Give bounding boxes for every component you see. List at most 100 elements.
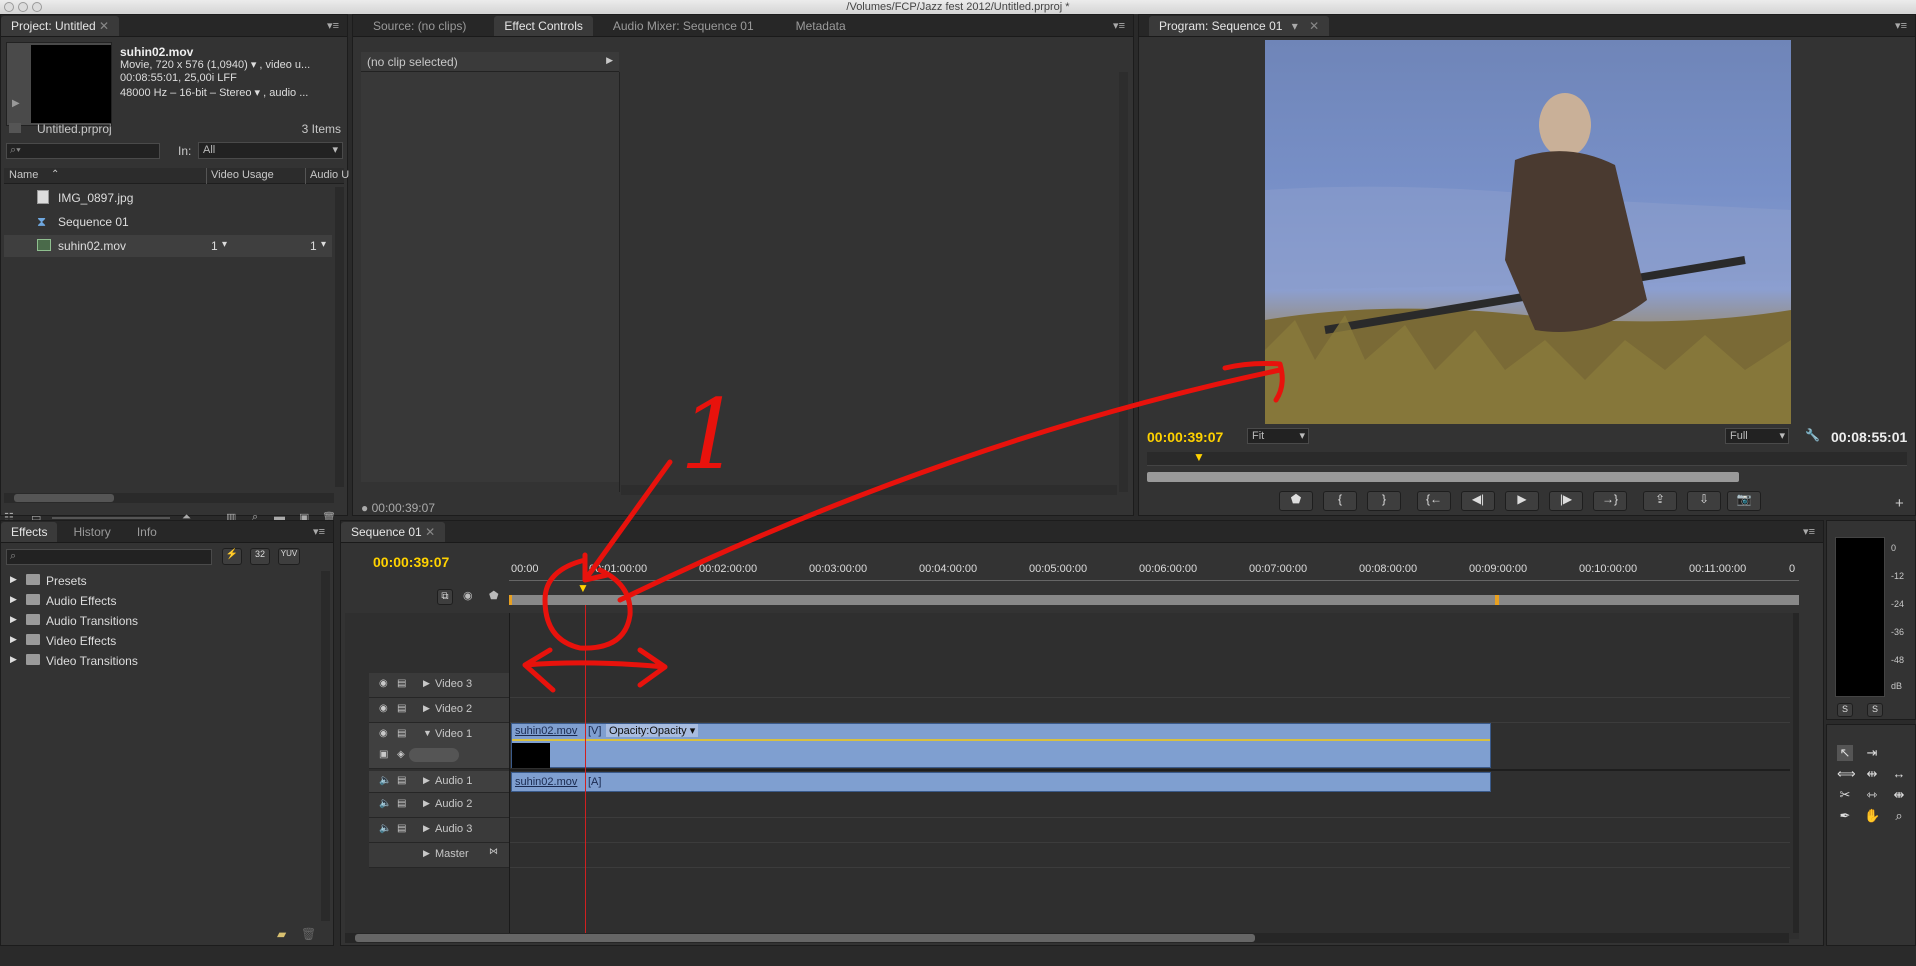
time-ruler[interactable]: 00:00 00:01:00:00 00:02:00:00 00:03:00:0… xyxy=(509,563,1799,581)
program-timecode[interactable]: 00:00:39:07 xyxy=(1147,429,1223,445)
minimize-window-button[interactable] xyxy=(18,2,28,12)
tab-audio-mixer[interactable]: Audio Mixer: Sequence 01 xyxy=(603,16,764,36)
project-search-input[interactable]: ⌕▾ xyxy=(6,143,160,159)
trash-icon[interactable]: 🗑 xyxy=(301,927,316,941)
solo-left-button[interactable]: S xyxy=(1837,703,1853,717)
opacity-rubberband[interactable] xyxy=(512,739,1490,741)
tab-effects[interactable]: Effects xyxy=(1,522,58,542)
export-frame-button[interactable]: 📷 xyxy=(1727,491,1761,511)
close-window-button[interactable] xyxy=(4,2,14,12)
list-item[interactable]: ⧗ Sequence 01 xyxy=(4,211,332,233)
keyframe-icon[interactable]: ◈ xyxy=(397,749,405,760)
panel-menu-icon[interactable]: ▾≡ xyxy=(1113,19,1125,32)
track-header-video2[interactable]: ◉ ▤ ▶ Video 2 xyxy=(369,698,509,723)
speaker-icon[interactable]: 🔈 xyxy=(379,823,391,834)
column-name[interactable]: Name xyxy=(9,169,38,181)
play-button[interactable]: ▶ xyxy=(1505,491,1539,511)
panel-menu-icon[interactable]: ▾≡ xyxy=(313,525,325,538)
tab-source[interactable]: Source: (no clips) xyxy=(363,16,476,36)
quality-select[interactable]: Full ▾ xyxy=(1725,428,1789,444)
list-item[interactable]: IMG_0897.jpg xyxy=(4,187,332,209)
work-area-bar[interactable] xyxy=(509,595,1799,605)
play-icon[interactable]: ▶ xyxy=(12,98,20,109)
filmstrip-icon[interactable]: ▤ xyxy=(397,678,406,689)
razor-tool-icon[interactable]: ✂ xyxy=(1837,787,1853,803)
chevron-down-icon[interactable]: ▾ xyxy=(222,239,227,250)
go-to-out-button[interactable]: →} xyxy=(1593,491,1627,511)
tab-metadata[interactable]: Metadata xyxy=(786,16,856,36)
close-icon[interactable]: ✕ xyxy=(99,19,109,33)
filmstrip-icon[interactable]: ▤ xyxy=(397,823,406,834)
speaker-icon[interactable]: 🔈 xyxy=(379,798,391,809)
add-marker-button[interactable]: ⬟ xyxy=(1279,491,1313,511)
scroll-thumb[interactable] xyxy=(355,934,1255,942)
chevron-down-icon[interactable]: ▾ xyxy=(1292,19,1298,33)
panel-menu-icon[interactable]: ▾≡ xyxy=(1895,19,1907,32)
chevron-right-icon[interactable]: ▶ xyxy=(10,594,17,605)
step-back-button[interactable]: ◀| xyxy=(1461,491,1495,511)
tree-item-video-effects[interactable]: ▶ Video Effects xyxy=(6,631,322,651)
track-header-video1[interactable]: ◉ ▤ ▼ Video 1 ▣ ◈ xyxy=(369,723,509,769)
eye-icon[interactable]: ◉ xyxy=(379,728,388,739)
accelerated-effects-button[interactable]: ⚡ xyxy=(222,548,242,565)
tab-program[interactable]: Program: Sequence 01 ▾ ✕ xyxy=(1149,16,1330,36)
tree-item-audio-effects[interactable]: ▶ Audio Effects xyxy=(6,591,322,611)
chevron-right-icon[interactable]: ▶ xyxy=(423,678,430,689)
speaker-icon[interactable]: 🔈 xyxy=(379,775,391,786)
tab-effect-controls[interactable]: Effect Controls xyxy=(494,16,593,36)
playhead-line[interactable] xyxy=(585,605,586,939)
ripple-edit-tool-icon[interactable]: ⟺ xyxy=(1837,766,1856,782)
chevron-right-icon[interactable]: ▶ xyxy=(10,614,17,625)
audio-clip[interactable]: suhin02.mov [A] xyxy=(511,772,1491,792)
chevron-right-icon[interactable]: ▶ xyxy=(423,823,430,834)
hand-tool-icon[interactable]: ✋ xyxy=(1864,808,1880,824)
video-clip[interactable]: suhin02.mov [V] Opacity:Opacity ▾ xyxy=(511,723,1491,768)
chevron-right-icon[interactable]: ▶ xyxy=(423,798,430,809)
rolling-edit-tool-icon[interactable]: ⇹ xyxy=(1864,766,1880,782)
chevron-right-icon[interactable]: ▶ xyxy=(423,775,430,786)
snap-button[interactable]: ⧉ xyxy=(437,589,453,605)
tab-sequence[interactable]: Sequence 01 ✕ xyxy=(341,522,446,542)
display-style-icon[interactable]: ▣ xyxy=(379,749,388,760)
track-header-audio3[interactable]: 🔈 ▤ ▶ Audio 3 xyxy=(369,818,509,843)
program-mini-ruler[interactable]: ▼ xyxy=(1147,450,1907,466)
set-marker-icon[interactable]: ◉ xyxy=(463,589,473,602)
effects-vscrollbar[interactable] xyxy=(321,571,330,921)
work-area-end[interactable] xyxy=(1495,595,1499,605)
chevron-down-icon[interactable]: ▼ xyxy=(423,728,432,738)
fit-select[interactable]: Fit ▾ xyxy=(1247,428,1309,444)
keyframe-nav-pill[interactable] xyxy=(409,748,459,762)
track-header-audio2[interactable]: 🔈 ▤ ▶ Audio 2 xyxy=(369,793,509,818)
effect-vscrollbar[interactable] xyxy=(1119,72,1128,492)
yuv-effects-button[interactable]: YUV xyxy=(278,548,300,565)
track-select-tool-icon[interactable]: ⇥ xyxy=(1864,745,1880,761)
32bit-effects-button[interactable]: 32 xyxy=(250,548,270,565)
mark-in-button[interactable]: { xyxy=(1323,491,1357,511)
chevron-right-icon[interactable]: ▶ xyxy=(423,703,430,714)
panel-menu-icon[interactable]: ▾≡ xyxy=(1803,525,1815,538)
new-bin-icon[interactable]: ▰ xyxy=(277,927,286,941)
tree-item-presets[interactable]: ▶ Presets xyxy=(6,571,322,591)
playhead-handle-icon[interactable]: ▼ xyxy=(577,581,589,595)
tab-history[interactable]: History xyxy=(63,522,120,542)
chevron-right-icon[interactable]: ▶ xyxy=(10,574,17,585)
column-video-usage[interactable]: Video Usage xyxy=(211,169,274,181)
lift-button[interactable]: ⇪ xyxy=(1643,491,1677,511)
effect-hscrollbar[interactable] xyxy=(621,485,1117,495)
tab-project[interactable]: Project: Untitled ✕ xyxy=(1,16,120,36)
tab-info[interactable]: Info xyxy=(127,522,167,542)
filmstrip-icon[interactable]: ▤ xyxy=(397,703,406,714)
list-item[interactable]: suhin02.mov 1 ▾ 1 ▾ xyxy=(4,235,332,257)
zoom-window-button[interactable] xyxy=(32,2,42,12)
add-button-icon[interactable]: + xyxy=(1895,495,1904,512)
chevron-down-icon[interactable]: ▾ xyxy=(321,239,326,250)
playhead-icon[interactable]: ▼ xyxy=(1193,450,1205,464)
close-icon[interactable]: ✕ xyxy=(1309,19,1319,33)
project-hscrollbar[interactable] xyxy=(4,493,334,503)
filmstrip-icon[interactable]: ▤ xyxy=(397,775,406,786)
panel-menu-icon[interactable]: ▾≡ xyxy=(327,19,339,32)
wrench-icon[interactable]: 🔧 xyxy=(1805,428,1820,442)
chevron-right-icon[interactable]: ▶ xyxy=(423,848,430,859)
track-header-audio1[interactable]: 🔈 ▤ ▶ Audio 1 xyxy=(369,771,509,793)
chevron-right-icon[interactable]: ▶ xyxy=(10,634,17,645)
